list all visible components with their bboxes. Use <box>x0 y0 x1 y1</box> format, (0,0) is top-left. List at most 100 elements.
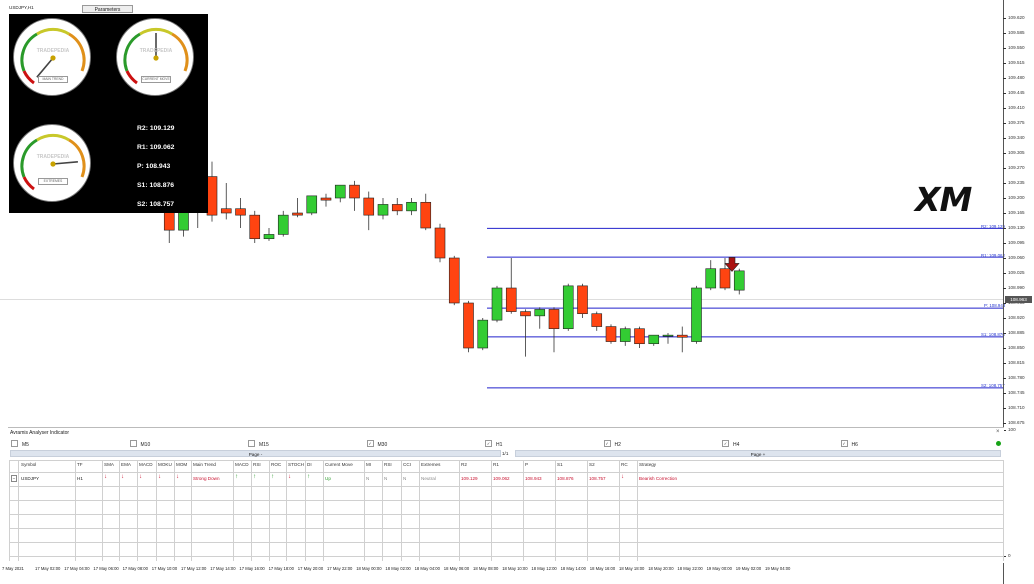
table-column-divider <box>491 460 492 561</box>
table-header-cell: R2 <box>461 462 467 467</box>
table-cell-main-trend: Strong Down <box>193 476 220 481</box>
bullish-candle <box>648 334 660 345</box>
bearish-candle <box>463 302 474 349</box>
timeframe-m30[interactable]: ✓ M30 <box>366 440 387 448</box>
table-cell-cci: N <box>403 476 407 481</box>
level-label-s2: S2: 108.757 <box>981 383 1005 388</box>
bearish-candle <box>577 285 588 315</box>
table-cell-tf: H1 <box>77 476 83 481</box>
timeframe-m15[interactable]: M15 <box>248 440 269 448</box>
time-tick: 17 May 10:00 <box>151 566 178 571</box>
timeframe-h6[interactable]: ✓ H6 <box>840 440 858 448</box>
gauge-brand: TRADEPEDIA <box>36 48 70 54</box>
table-header-cell: Current Move <box>325 462 353 467</box>
price-tick: 108.675 <box>1003 420 1025 425</box>
timeframe-h1[interactable]: ✓ H1 <box>485 440 502 448</box>
price-tick: 0 <box>1003 553 1011 558</box>
price-axis[interactable]: 109.620 109.585 109.550 109.515 109.480 109.4… <box>1003 0 1034 584</box>
time-tick: 17 May 14:00 <box>210 566 236 571</box>
bearish-candle <box>235 208 246 216</box>
bearish-candle <box>520 311 531 317</box>
table-column-divider <box>102 460 103 561</box>
analyser-table: Symbol TF SMA EMA MACD MOKU MOM Main Trend MACD R… <box>9 460 1004 561</box>
close-icon[interactable]: × <box>996 429 1000 435</box>
bullish-candle <box>619 328 631 342</box>
table-column-divider <box>419 460 420 561</box>
parameters-button[interactable]: Parameters <box>82 5 133 13</box>
price-tick: 109.200 <box>1003 195 1025 200</box>
time-tick: 19 May 00:00 <box>706 566 732 571</box>
bearish-candle <box>591 313 603 327</box>
table-column-divider <box>401 460 402 561</box>
bullish-candle <box>377 204 389 216</box>
timeframe-m5[interactable]: M5 <box>11 440 29 448</box>
table-header-cell: S2 <box>589 462 595 467</box>
table-cell-macd2: ↑ <box>235 474 238 480</box>
price-tick: 109.130 <box>1003 225 1025 230</box>
bearish-candle <box>420 201 432 229</box>
gauge-caption-current-move: CURRENT MOVE <box>141 76 171 83</box>
table-cell-di: ↑ <box>307 474 310 480</box>
table-column-divider <box>305 460 306 561</box>
time-tick: 18 May 08:00 <box>473 566 499 571</box>
table-header-cell: Extremes <box>421 462 441 467</box>
time-tick: 7 May 2021 <box>2 566 24 571</box>
time-tick: 17 May 22:00 <box>327 566 353 571</box>
time-tick: 19 May 02:00 <box>735 566 762 571</box>
timeframe-checkbox[interactable] <box>129 440 137 447</box>
timeframe-checkbox[interactable]: ✓ <box>485 440 492 447</box>
table-row-divider <box>9 528 1003 529</box>
price-tick: 108.990 <box>1003 285 1025 290</box>
time-tick: 17 May 20:00 <box>297 566 324 571</box>
timeframe-checkbox[interactable]: ✓ <box>366 440 374 447</box>
table-column-divider <box>18 460 19 561</box>
bearish-candle <box>548 309 560 330</box>
table-column-divider <box>323 460 324 561</box>
timeframe-checkbox[interactable]: ✓ <box>840 440 848 447</box>
table-row-divider <box>9 486 1003 487</box>
table-cell-sma: ↓ <box>104 474 107 480</box>
price-tick: 109.375 <box>1003 120 1025 125</box>
time-tick: 18 May 22:00 <box>677 566 703 571</box>
table-header-cell: P <box>525 462 529 467</box>
table-column-divider <box>555 460 556 561</box>
timeframe-checkbox[interactable] <box>248 440 255 447</box>
page-prev-button[interactable]: Page - <box>10 450 501 457</box>
time-tick: 18 May 12:00 <box>531 566 557 571</box>
price-tick: 108.885 <box>1003 330 1025 335</box>
current-move-gauge: TRADEPEDIA CURRENT MOVE <box>116 18 194 96</box>
timeframe-label: H6 <box>851 441 858 448</box>
table-cell-symbol: USDJPY <box>21 476 40 481</box>
price-tick: 108.815 <box>1003 360 1025 365</box>
table-column-divider <box>286 460 287 561</box>
table-header-cell: RC <box>621 462 628 467</box>
timeframe-m10[interactable]: M10 <box>129 440 150 448</box>
price-tick: 109.550 <box>1003 45 1025 50</box>
row-expand-button[interactable]: − <box>11 475 17 482</box>
time-tick: 17 May 12:00 <box>181 566 207 571</box>
timeframe-h2[interactable]: ✓ H2 <box>603 440 621 448</box>
price-tick: 109.585 <box>1003 30 1025 35</box>
timeframe-checkbox[interactable] <box>11 440 18 447</box>
table-row-divider <box>9 472 1003 473</box>
table-header-cell: S1 <box>557 462 563 467</box>
timeframe-label: M5 <box>22 441 29 448</box>
price-tick: 109.095 <box>1003 240 1025 245</box>
bearish-candle <box>448 257 460 304</box>
table-cell-ema: ↓ <box>121 474 124 480</box>
time-tick: 17 May 08:00 <box>122 566 148 571</box>
timeframe-checkbox[interactable]: ✓ <box>603 440 611 447</box>
status-indicator <box>996 441 1001 446</box>
timeframe-checkbox[interactable]: ✓ <box>722 440 729 447</box>
table-header-cell: R1 <box>493 462 499 467</box>
table-cell-strategy: Bearish Correction <box>639 476 678 481</box>
table-header-cell: RSI <box>253 462 261 467</box>
extremes-gauge: TRADEPEDIA EXTREMES <box>13 124 91 202</box>
time-axis[interactable]: 7 May 2021 17 May 02:00 17 May 04:00 17 May… <box>0 564 1003 584</box>
table-header-cell: DI <box>307 462 312 467</box>
page-next-button[interactable]: Page + <box>515 450 1001 457</box>
table-header-cell: RSI <box>384 462 392 467</box>
timeframe-h4[interactable]: ✓ H4 <box>722 440 739 448</box>
current-price-tag: 108.963 <box>1005 296 1032 304</box>
table-row-divider <box>9 514 1003 515</box>
